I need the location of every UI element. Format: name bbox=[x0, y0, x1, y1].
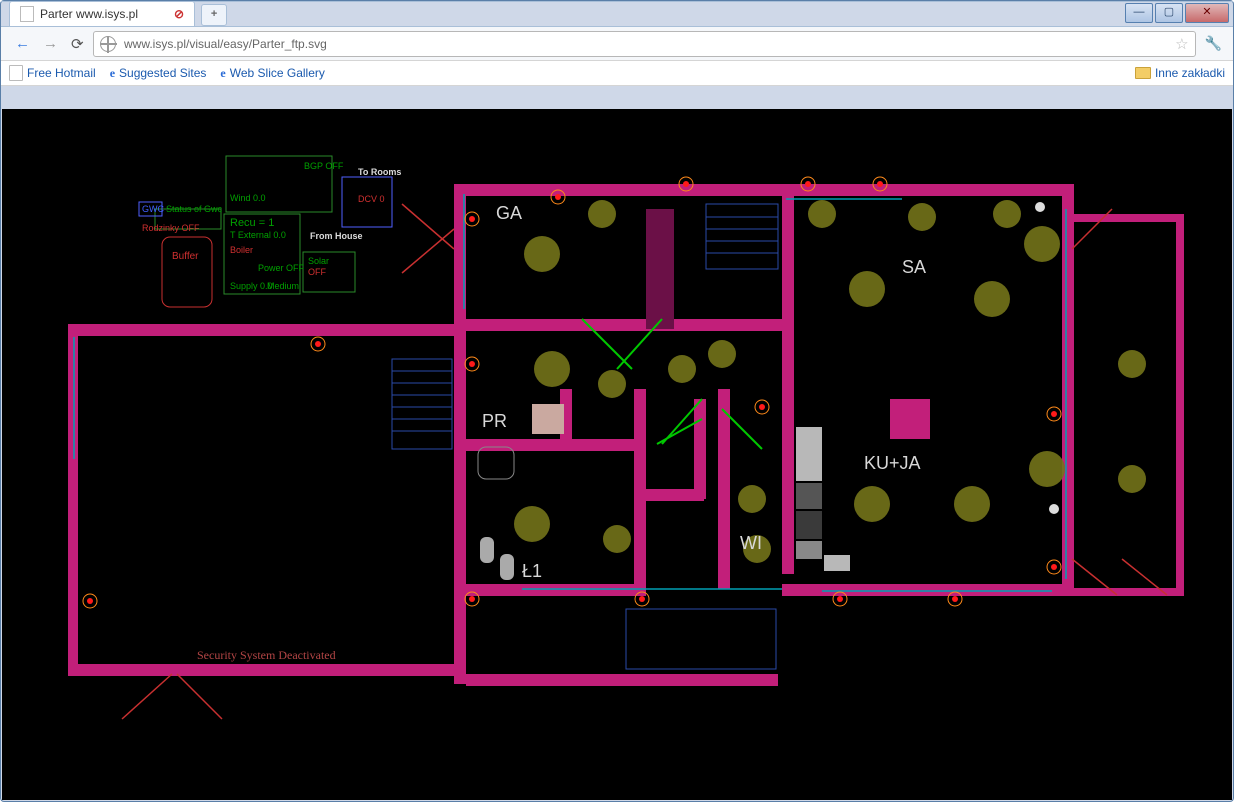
bookmark-label: Inne zakładki bbox=[1155, 66, 1225, 80]
window-controls: — ▢ ✕ bbox=[1125, 3, 1229, 23]
bookmark-label: Web Slice Gallery bbox=[230, 66, 325, 80]
label-power-off: Power OFF bbox=[258, 263, 305, 273]
label-rodzinky: Rodzinky OFF bbox=[142, 223, 200, 233]
room-label-l1: Ł1 bbox=[522, 561, 542, 581]
tab-close-icon[interactable]: ⊘ bbox=[174, 7, 184, 21]
forward-button[interactable]: → bbox=[37, 33, 59, 55]
tab-title: Parter www.isys.pl bbox=[40, 7, 138, 21]
url-input[interactable] bbox=[122, 36, 1169, 52]
label-boiler: Boiler bbox=[230, 245, 253, 255]
label-recu: Recu = 1 bbox=[230, 217, 274, 229]
bookmark-suggested-sites[interactable]: e Suggested Sites bbox=[110, 66, 207, 81]
label-from-house: From House bbox=[310, 231, 363, 241]
bookmark-star-icon[interactable]: ☆ bbox=[1175, 35, 1188, 53]
bookmark-label: Free Hotmail bbox=[27, 66, 96, 80]
new-tab-button[interactable]: + bbox=[201, 4, 227, 26]
bookmark-label: Suggested Sites bbox=[119, 66, 206, 80]
tab-strip: Parter www.isys.pl ⊘ + bbox=[1, 1, 1233, 26]
room-label-ga: GA bbox=[496, 203, 522, 223]
bookmarks-bar: Free Hotmail e Suggested Sites e Web Sli… bbox=[1, 60, 1233, 86]
security-status: Security System Deactivated bbox=[197, 648, 336, 662]
chrome-window: Parter www.isys.pl ⊘ + — ▢ ✕ ← → ⟳ ☆ 🔧 F… bbox=[0, 0, 1234, 802]
wrench-icon[interactable]: 🔧 bbox=[1202, 35, 1225, 52]
label-bgp-off: BGP OFF bbox=[304, 161, 344, 171]
page-icon bbox=[20, 6, 34, 22]
maximize-button[interactable]: ▢ bbox=[1155, 3, 1183, 23]
ie-icon: e bbox=[220, 66, 225, 81]
room-label-sa: SA bbox=[902, 257, 926, 277]
back-button[interactable]: ← bbox=[9, 33, 31, 55]
bookmark-free-hotmail[interactable]: Free Hotmail bbox=[9, 65, 96, 81]
window-close-button[interactable]: ✕ bbox=[1185, 3, 1229, 23]
bookmarks-overflow[interactable]: Inne zakładki bbox=[1135, 66, 1225, 80]
globe-icon bbox=[100, 36, 116, 52]
minimize-button[interactable]: — bbox=[1125, 3, 1153, 23]
page-icon bbox=[9, 65, 23, 81]
window-title-bar: — ▢ ✕ bbox=[1, 1, 1233, 2]
label-solar-off: OFF bbox=[308, 267, 326, 277]
label-status-gwc: Status of Gwc bbox=[166, 204, 223, 214]
page-viewport[interactable]: To Rooms From House BGP OFF Wind 0.0 Rec… bbox=[2, 109, 1232, 800]
hvac-panel: To Rooms From House BGP OFF Wind 0.0 Rec… bbox=[139, 156, 401, 307]
label-gwc: GWC bbox=[142, 204, 164, 214]
bookmark-web-slice-gallery[interactable]: e Web Slice Gallery bbox=[220, 66, 324, 81]
ie-icon: e bbox=[110, 66, 115, 81]
browser-tab[interactable]: Parter www.isys.pl ⊘ bbox=[9, 1, 195, 26]
nav-toolbar: ← → ⟳ ☆ 🔧 bbox=[1, 26, 1233, 60]
label-dcv: DCV 0 bbox=[358, 194, 385, 204]
room-label-pr: PR bbox=[482, 411, 507, 431]
label-medium: Medium bbox=[267, 281, 299, 291]
folder-icon bbox=[1135, 67, 1151, 79]
label-wind: Wind 0.0 bbox=[230, 193, 266, 203]
label-t-external: T External 0.0 bbox=[230, 230, 286, 240]
reload-button[interactable]: ⟳ bbox=[65, 33, 87, 55]
label-buffer: Buffer bbox=[172, 251, 199, 262]
floorplan-svg: To Rooms From House BGP OFF Wind 0.0 Rec… bbox=[2, 109, 1232, 800]
label-to-rooms: To Rooms bbox=[358, 167, 401, 177]
room-label-wi: WI bbox=[740, 533, 762, 553]
room-label-kuja: KU+JA bbox=[864, 453, 921, 473]
label-solar: Solar bbox=[308, 256, 329, 266]
address-bar[interactable]: ☆ bbox=[93, 31, 1196, 57]
